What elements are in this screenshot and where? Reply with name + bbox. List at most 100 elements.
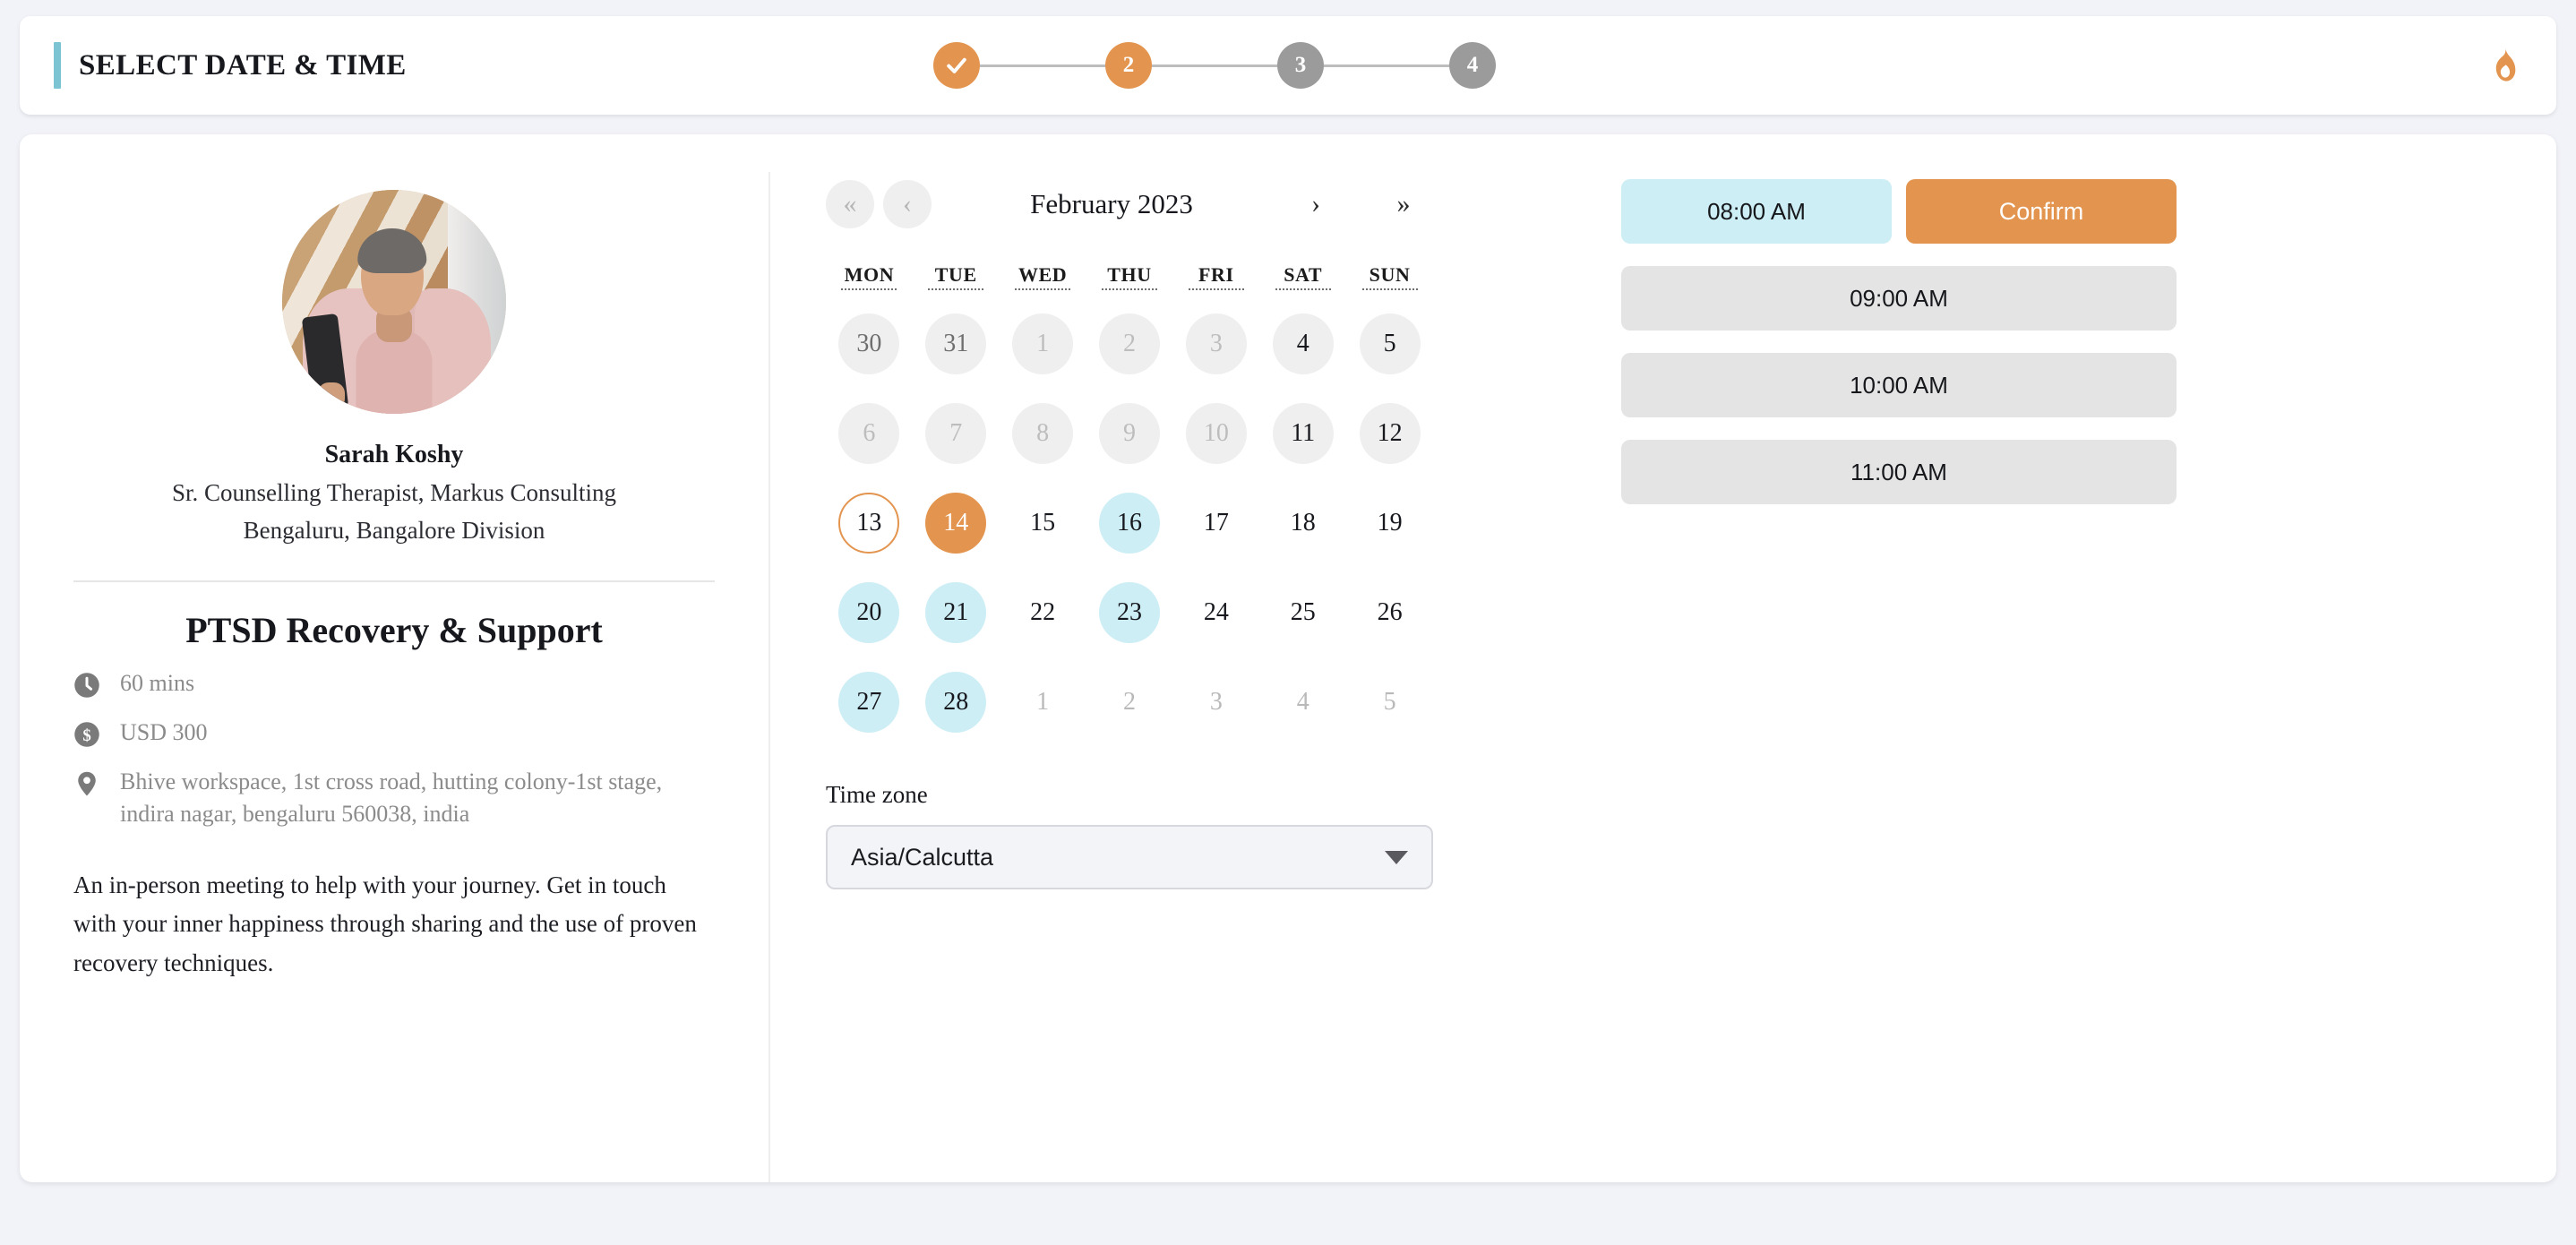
stepper-step-3[interactable]: 3 bbox=[1277, 42, 1324, 89]
calendar-day-16[interactable]: 16 bbox=[1098, 493, 1160, 554]
calendar-header: « ‹ February 2023 › » bbox=[826, 172, 1433, 236]
calendar-day-28[interactable]: 28 bbox=[925, 672, 987, 733]
calendar-day-cell: 2 bbox=[1086, 661, 1173, 743]
calendar-day-22[interactable]: 22 bbox=[1012, 582, 1073, 643]
service-price-text: USD 300 bbox=[120, 719, 208, 745]
calendar-day-cell: 5 bbox=[1346, 303, 1433, 385]
prev-month-button[interactable]: ‹ bbox=[883, 180, 932, 228]
time-slot-0800[interactable]: 08:00 AM bbox=[1621, 179, 1892, 244]
calendar-day-cell: 25 bbox=[1259, 571, 1346, 654]
calendar-day-4: 4 bbox=[1296, 688, 1309, 716]
calendar-month-label: February 2023 bbox=[1030, 188, 1193, 219]
calendar-day-18[interactable]: 18 bbox=[1273, 493, 1334, 554]
service-duration-text: 60 mins bbox=[120, 670, 195, 696]
calendar-day-20[interactable]: 20 bbox=[838, 582, 900, 643]
calendar-weekday-header: MON TUE WED THU FRI SAT SUN bbox=[826, 263, 1433, 290]
time-slot-1000[interactable]: 10:00 AM bbox=[1621, 353, 2177, 417]
calendar-day-24[interactable]: 24 bbox=[1186, 582, 1247, 643]
weekday-fri: FRI bbox=[1188, 263, 1244, 290]
calendar-day-7: 7 bbox=[925, 403, 987, 464]
weekday-tue: TUE bbox=[928, 263, 984, 290]
title-accent-bar bbox=[54, 42, 61, 89]
calendar-day-2: 2 bbox=[1122, 688, 1136, 716]
calendar-day-26[interactable]: 26 bbox=[1360, 582, 1421, 643]
weekday-thu: THU bbox=[1101, 263, 1157, 290]
calendar-day-5: 5 bbox=[1383, 688, 1396, 716]
weekday-sun: SUN bbox=[1361, 263, 1418, 290]
progress-stepper: 2 3 4 bbox=[933, 16, 1496, 115]
calendar-day-1: 1 bbox=[1012, 313, 1074, 374]
provider-role: Sr. Counselling Therapist, Markus Consul… bbox=[171, 479, 616, 506]
calendar-day-5: 5 bbox=[1359, 313, 1421, 374]
confirm-button[interactable]: Confirm bbox=[1906, 179, 2177, 244]
dollar-icon: $ bbox=[74, 722, 99, 747]
calendar-day-2: 2 bbox=[1098, 313, 1160, 374]
calendar-day-11: 11 bbox=[1272, 403, 1334, 464]
calendar-day-grid: 30 31 1 2 3 4 5 6 7 8 9 10 11 12 13 14 15 16 17 18 19 20 21 22 2… bbox=[826, 303, 1433, 743]
calendar-day-cell: 2 bbox=[1086, 303, 1173, 385]
calendar-day-21[interactable]: 21 bbox=[925, 582, 987, 643]
calendar-day-19[interactable]: 19 bbox=[1360, 493, 1421, 554]
weekday-mon: MON bbox=[841, 263, 897, 290]
stepper-step-2[interactable]: 2 bbox=[1105, 42, 1152, 89]
calendar-day-cell: 18 bbox=[1259, 482, 1346, 564]
calendar-day-27[interactable]: 27 bbox=[838, 672, 900, 733]
timezone-select[interactable]: Asia/Calcutta bbox=[826, 825, 1433, 889]
next-month-button[interactable]: › bbox=[1292, 180, 1340, 228]
service-title: PTSD Recovery & Support bbox=[185, 610, 603, 650]
calendar-day-cell: 26 bbox=[1346, 571, 1433, 654]
flame-icon[interactable] bbox=[2488, 47, 2519, 83]
time-slot-0900[interactable]: 09:00 AM bbox=[1621, 266, 2177, 331]
time-slots-panel: 08:00 AM Confirm 09:00 AM 10:00 AM 11:00… bbox=[1621, 172, 2177, 1182]
slot-and-confirm-row: 08:00 AM Confirm bbox=[1621, 179, 2177, 244]
timezone-value: Asia/Calcutta bbox=[851, 843, 994, 871]
weekday-sat: SAT bbox=[1275, 263, 1331, 290]
calendar-day-13[interactable]: 13 bbox=[838, 493, 900, 554]
calendar-day-cell: 28 bbox=[913, 661, 1000, 743]
stepper-step-4[interactable]: 4 bbox=[1449, 42, 1496, 89]
prev-year-button[interactable]: « bbox=[826, 180, 874, 228]
service-location-row: Bhive workspace, 1st cross road, hutting… bbox=[73, 766, 715, 830]
next-year-button[interactable]: » bbox=[1379, 180, 1428, 228]
calendar-day-cell: 7 bbox=[913, 392, 1000, 475]
calendar-day-cell: 30 bbox=[826, 303, 913, 385]
calendar-day-3: 3 bbox=[1209, 688, 1223, 716]
calendar-day-14[interactable]: 14 bbox=[925, 493, 987, 554]
calendar-day-15[interactable]: 15 bbox=[1012, 493, 1073, 554]
timezone-label: Time zone bbox=[826, 781, 928, 808]
weekday-wed: WED bbox=[1015, 263, 1071, 290]
calendar-day-cell: 16 bbox=[1086, 482, 1173, 564]
calendar-day-8: 8 bbox=[1012, 403, 1074, 464]
clock-icon bbox=[74, 673, 99, 698]
avatar bbox=[282, 190, 506, 414]
svg-text:$: $ bbox=[82, 726, 90, 745]
calendar-day-25[interactable]: 25 bbox=[1273, 582, 1334, 643]
header-title-group: SELECT DATE & TIME bbox=[54, 42, 407, 89]
calendar-forward-nav: › » bbox=[1292, 180, 1428, 228]
calendar-day-cell: 13 bbox=[826, 482, 913, 564]
calendar-day-6: 6 bbox=[838, 403, 900, 464]
service-location-text: Bhive workspace, 1st cross road, hutting… bbox=[120, 768, 663, 827]
avatar-row bbox=[73, 190, 715, 414]
calendar-day-cell: 20 bbox=[826, 571, 913, 654]
calendar-day-3: 3 bbox=[1185, 313, 1247, 374]
calendar-day-23[interactable]: 23 bbox=[1098, 582, 1160, 643]
avatar-hand bbox=[318, 382, 345, 409]
calendar-day-12: 12 bbox=[1359, 403, 1421, 464]
time-slot-1100[interactable]: 11:00 AM bbox=[1621, 440, 2177, 504]
page-header: SELECT DATE & TIME 2 3 4 bbox=[20, 16, 2556, 115]
calendar-day-cell: 22 bbox=[1000, 571, 1086, 654]
calendar-day-cell: 14 bbox=[913, 482, 1000, 564]
calendar-day-9: 9 bbox=[1098, 403, 1160, 464]
calendar-day-cell: 21 bbox=[913, 571, 1000, 654]
stepper-step-1[interactable] bbox=[933, 42, 980, 89]
calendar-day-17[interactable]: 17 bbox=[1186, 493, 1247, 554]
calendar-day-cell: 4 bbox=[1259, 303, 1346, 385]
calendar-day-cell: 15 bbox=[1000, 482, 1086, 564]
calendar-day-cell: 5 bbox=[1346, 661, 1433, 743]
service-duration-row: 60 mins bbox=[73, 667, 715, 700]
provider-name: Sarah Koshy bbox=[324, 441, 464, 468]
calendar-day-cell: 31 bbox=[913, 303, 1000, 385]
page-title: SELECT DATE & TIME bbox=[79, 48, 407, 82]
calendar-day-cell: 6 bbox=[826, 392, 913, 475]
